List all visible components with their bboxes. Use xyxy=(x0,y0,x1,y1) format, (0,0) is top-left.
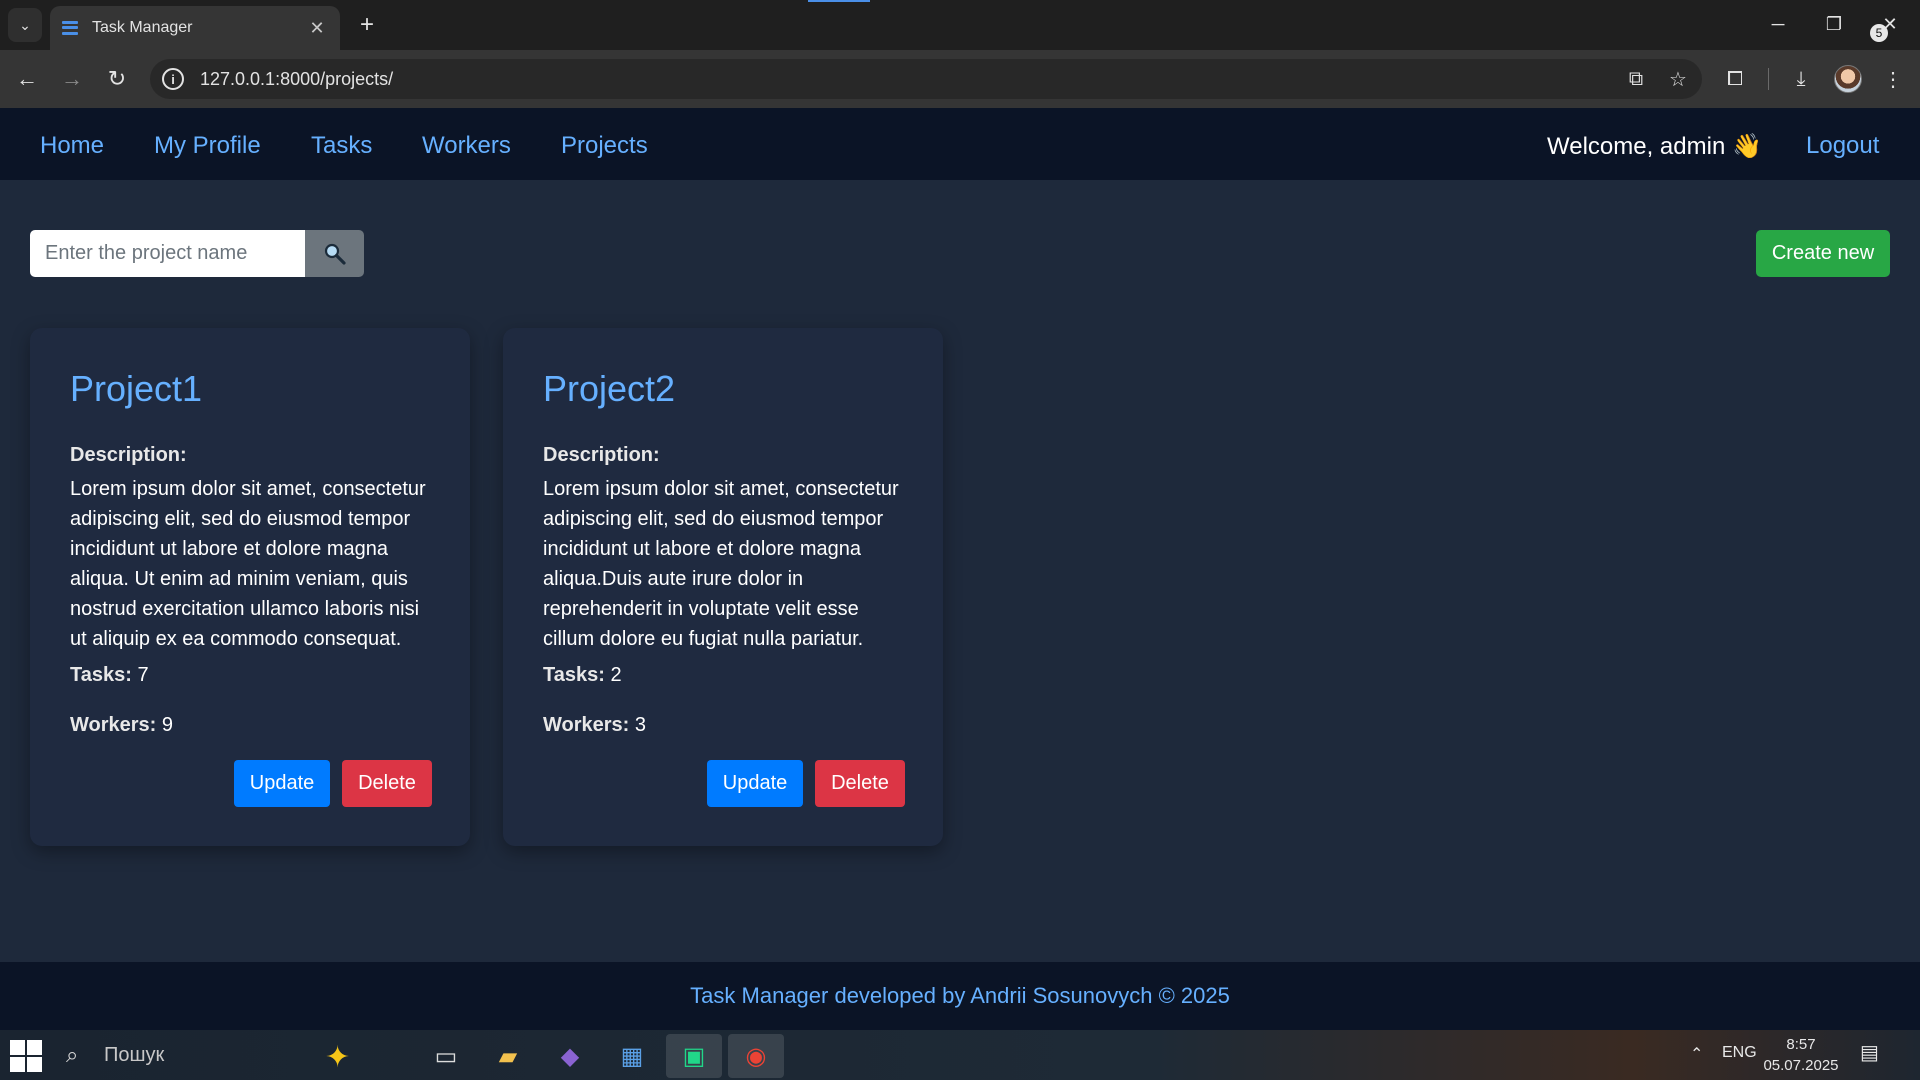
tasks-label: Tasks: xyxy=(543,664,605,686)
search-button[interactable] xyxy=(305,230,364,277)
nav-link-projects[interactable]: Projects xyxy=(561,132,648,160)
tasks-value: 2 xyxy=(610,664,622,686)
project-search-input[interactable] xyxy=(30,230,305,277)
notification-badge: 5 xyxy=(1870,24,1888,42)
pycharm-icon[interactable]: ▣ xyxy=(666,1034,722,1078)
create-new-button[interactable]: Create new xyxy=(1756,230,1890,277)
translate-icon[interactable]: ⧉ xyxy=(1618,61,1654,97)
windows-start-icon[interactable] xyxy=(10,1040,42,1072)
forward-icon[interactable]: → xyxy=(55,62,89,96)
page-footer: Task Manager developed by Andrii Sosunov… xyxy=(0,962,1920,1030)
delete-button[interactable]: Delete xyxy=(815,760,905,807)
tab-search-icon[interactable]: ⌄ xyxy=(8,8,42,42)
tasks-label: Tasks: xyxy=(70,664,132,686)
delete-button[interactable]: Delete xyxy=(342,760,432,807)
reload-icon[interactable]: ↻ xyxy=(100,62,134,96)
bookmark-star-icon[interactable]: ☆ xyxy=(1660,61,1696,97)
windows-taskbar: ⌕ Пошук ✦ ▭ ▰ ◆ ▦ ▣ ◉ ⌃ ENG 8:57 05.07.2… xyxy=(0,1030,1920,1080)
extensions-icon[interactable]: ⧠ xyxy=(1718,62,1752,96)
welcome-message: Welcome, admin 👋 xyxy=(1547,133,1762,160)
notification-icon[interactable]: ▤ xyxy=(1860,1040,1888,1068)
workers-value: 9 xyxy=(161,714,174,736)
project-description: Lorem ipsum dolor sit amet, consectetur … xyxy=(70,478,426,650)
minimize-icon[interactable]: ─ xyxy=(1758,8,1798,40)
project-card: Project1 Description: Lorem ipsum dolor … xyxy=(30,328,470,846)
description-label: Description: xyxy=(70,444,187,466)
tasks-value: 7 xyxy=(137,664,149,686)
footer-text: Task Manager developed by Andrii Sosunov… xyxy=(690,983,1230,1008)
workers-count: Workers: 9 xyxy=(70,714,173,737)
logout-link[interactable]: Logout xyxy=(1806,132,1879,160)
language-indicator[interactable]: ENG xyxy=(1722,1044,1757,1062)
project-title[interactable]: Project1 xyxy=(70,368,202,410)
clock-time: 8:57 xyxy=(1786,1036,1816,1053)
main-content: Create new Project1 Description: Lorem i… xyxy=(0,180,1920,962)
new-tab-icon[interactable]: + xyxy=(352,10,382,40)
close-tab-icon[interactable]: ✕ xyxy=(306,18,328,39)
url-text[interactable]: 127.0.0.1:8000/projects/ xyxy=(200,69,1618,90)
project-title[interactable]: Project2 xyxy=(543,368,675,410)
workers-value: 3 xyxy=(634,714,647,736)
project-card: Project2 Description: Lorem ipsum dolor … xyxy=(503,328,943,846)
copilot-sparkle-icon[interactable]: ✦ xyxy=(325,1040,350,1075)
update-button[interactable]: Update xyxy=(707,760,803,807)
tab-indicator xyxy=(808,0,870,2)
browser-tab[interactable]: Task Manager ✕ xyxy=(50,6,340,50)
obsidian-icon[interactable]: ◆ xyxy=(542,1034,598,1078)
taskbar-search-box[interactable]: Пошук xyxy=(104,1044,164,1067)
address-toolbar: ← → ↻ i 127.0.0.1:8000/projects/ ⧉ ☆ ⧠ ⤓… xyxy=(0,50,1920,108)
address-bar[interactable]: i 127.0.0.1:8000/projects/ ⧉ ☆ xyxy=(150,59,1702,99)
terminal-icon[interactable]: ▭ xyxy=(418,1034,474,1078)
profile-avatar[interactable] xyxy=(1834,65,1862,93)
magnifier-icon xyxy=(324,243,346,265)
tasks-count: Tasks: 2 xyxy=(543,664,622,687)
clock-date: 05.07.2025 xyxy=(1763,1057,1839,1074)
nav-link-workers[interactable]: Workers xyxy=(422,132,511,160)
tray-overflow-icon[interactable]: ⌃ xyxy=(1690,1044,1703,1064)
tasks-count: Tasks: 7 xyxy=(70,664,149,687)
description-label: Description: xyxy=(543,444,660,466)
download-icon[interactable]: ⤓ xyxy=(1784,62,1818,96)
restore-icon[interactable]: ❐ xyxy=(1814,8,1854,40)
menu-icon[interactable]: ⋮ xyxy=(1876,62,1910,96)
back-icon[interactable]: ← xyxy=(10,62,44,96)
app-navbar: Home My Profile Tasks Workers Projects W… xyxy=(0,108,1920,180)
nav-link-home[interactable]: Home xyxy=(40,132,104,160)
tab-title: Task Manager xyxy=(92,19,193,36)
taskbar-clock[interactable]: 8:57 05.07.2025 xyxy=(1760,1034,1842,1076)
chrome-icon[interactable]: ◉ xyxy=(728,1034,784,1078)
update-button[interactable]: Update xyxy=(234,760,330,807)
project-description: Lorem ipsum dolor sit amet, consectetur … xyxy=(543,478,899,650)
taskbar-search-icon[interactable]: ⌕ xyxy=(66,1042,78,1068)
toolbar-divider xyxy=(1768,68,1769,90)
workers-count: Workers: 3 xyxy=(543,714,646,737)
browser-tab-strip: ⌄ Task Manager ✕ + ─ ❐ ✕ xyxy=(0,0,1920,50)
calculator-icon[interactable]: ▦ xyxy=(604,1034,660,1078)
workers-label: Workers: xyxy=(543,714,630,736)
nav-link-my-profile[interactable]: My Profile xyxy=(154,132,261,160)
favicon-icon xyxy=(62,20,78,36)
nav-link-tasks[interactable]: Tasks xyxy=(311,132,372,160)
workers-label: Workers: xyxy=(70,714,157,736)
file-explorer-icon[interactable]: ▰ xyxy=(480,1034,536,1078)
site-info-icon[interactable]: i xyxy=(162,68,184,90)
